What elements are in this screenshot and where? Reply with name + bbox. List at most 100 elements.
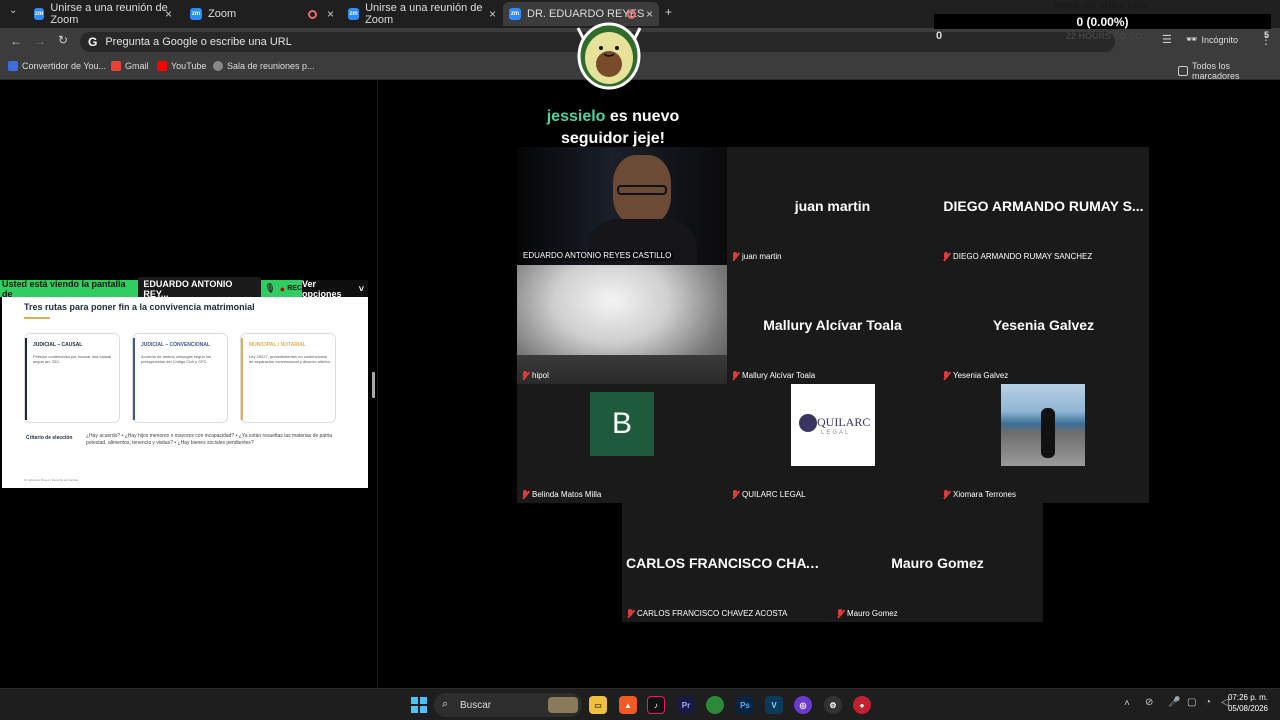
obs-icon[interactable]: ◎ — [794, 696, 812, 714]
participant-name-label: Mauro Gomez — [836, 609, 898, 618]
share-notice: Usted está viendo la pantalla de EDUARDO… — [0, 276, 302, 301]
bookmark-item[interactable]: YouTube — [157, 61, 206, 71]
participant-name-label: Yesenia Galvez — [942, 371, 1008, 380]
card-body: Ley 29227, procedimientos no contencioso… — [249, 354, 331, 365]
steam-icon[interactable]: ⚙ — [824, 696, 842, 714]
participant-name-label: Belinda Matos Milla — [521, 490, 601, 499]
zoom-icon: zm — [34, 8, 45, 20]
avocado-mascot-icon — [574, 10, 644, 90]
bookmark-item[interactable]: Sala de reuniones p... — [213, 61, 315, 71]
chevron-down-icon: ˅ — [358, 283, 364, 294]
mic-muted-icon — [942, 371, 951, 380]
avatar-logo-subtext: LEGAL — [821, 430, 851, 436]
participant-tile[interactable]: QUILARC LEGAL QUILARC LEGAL — [727, 384, 938, 503]
participant-name-label: CARLOS FRANCISCO CHAVEZ ACOSTA — [626, 609, 787, 618]
close-icon[interactable]: × — [327, 7, 334, 21]
participant-tile[interactable]: hipol — [517, 265, 727, 384]
close-icon[interactable]: × — [646, 7, 653, 21]
subs-goal-min: 0 — [936, 30, 943, 42]
v-app-icon[interactable]: V — [765, 696, 783, 714]
participant-name: DIEGO ARMANDO RUMAY SANCHEZ — [953, 252, 1093, 261]
person-glasses — [617, 185, 667, 195]
panel-divider[interactable] — [377, 80, 378, 688]
gmail-icon — [111, 61, 121, 71]
mic-icon[interactable]: 🎤 — [1168, 697, 1180, 708]
mic-muted-icon — [942, 252, 951, 261]
criterion-text: ¿Hay acuerdo? • ¿Hay hijos menores o may… — [86, 433, 333, 446]
share-viewing-text: Usted está viendo la pantalla de — [2, 278, 126, 299]
bookmark-item[interactable]: Convertidor de You... — [8, 61, 106, 71]
tab-zoom-join-2[interactable]: zm Unirse a una reunión de Zoom × — [342, 2, 502, 26]
participant-tile[interactable]: CARLOS FRANCISCO CHAVE... CARLOS FRANCIS… — [622, 503, 832, 622]
tiktok-icon[interactable]: ♪ — [647, 696, 665, 714]
reload-icon[interactable]: ↻ — [58, 33, 68, 47]
panel-resize-handle[interactable] — [372, 372, 375, 398]
new-tab-icon[interactable]: + — [665, 5, 672, 19]
network-off-icon[interactable]: ⊘ — [1145, 697, 1153, 708]
recording-icon — [308, 9, 317, 19]
route-card-notarial: MUNICIPAL / NOTARIAL Ley 29227, procedim… — [240, 333, 336, 423]
screen-share-bar: Usted está viendo la pantalla de EDUARDO… — [0, 276, 368, 301]
mic-muted-icon — [731, 490, 740, 499]
bookmark-label: Gmail — [125, 61, 149, 71]
close-icon[interactable]: × — [165, 7, 172, 21]
all-bookmarks-label: Todos los marcadores — [1192, 61, 1240, 81]
chrome-icon[interactable] — [706, 696, 724, 714]
participant-tile[interactable]: DIEGO ARMANDO RUMAY S... DIEGO ARMANDO R… — [938, 147, 1149, 265]
zoom-icon: zm — [190, 8, 202, 20]
slide-footer: Dr. Eduardo Reyes | Derecho de Familia — [24, 478, 78, 482]
taskbar-clock[interactable]: 07:26 p. m. 05/08/2026 — [1228, 692, 1268, 714]
participant-name: juan martin — [742, 252, 782, 261]
chevron-up-icon[interactable]: ˄ — [1124, 698, 1130, 709]
taskbar-search[interactable]: ⌕ Buscar — [434, 693, 582, 717]
close-icon[interactable]: × — [489, 7, 496, 21]
slide-title: Tres rutas para poner fin a la convivenc… — [24, 302, 255, 312]
tab-zoom-join-1[interactable]: zm Unirse a una reunión de Zoom × — [28, 2, 178, 26]
file-explorer-icon[interactable]: ▭ — [589, 696, 607, 714]
back-icon[interactable]: ← — [10, 34, 22, 48]
quilarc-logo-icon — [799, 414, 817, 432]
participant-tile[interactable]: Mauro Gomez Mauro Gomez — [832, 503, 1043, 622]
mic-muted-icon — [731, 252, 740, 261]
participant-name-label: hipol — [521, 371, 549, 380]
zoom-meeting-area: Usted está viendo la pantalla de EDUARDO… — [0, 80, 1280, 688]
participant-tile[interactable]: Xiomara Terrones — [938, 384, 1149, 503]
bookmark-label: YouTube — [171, 61, 207, 71]
mic-muted-icon — [731, 371, 740, 380]
bookmark-label: Sala de reuniones p... — [227, 61, 315, 71]
photoshop-icon[interactable]: Ps — [736, 696, 754, 714]
tab-list-icon[interactable]: ⌄ — [9, 5, 17, 16]
brave-icon[interactable]: ▲ — [619, 696, 637, 714]
windows-taskbar: ⌕ Buscar ▭ ▲ ♪ Pr Ps V ◎ ⚙ ● ˄ ⊘ 🎤 ▢ ◔ ◁… — [0, 688, 1280, 720]
participant-tile[interactable]: EDUARDO ANTONIO REYES CASTILLO — [517, 147, 727, 265]
participant-gallery: EDUARDO ANTONIO REYES CASTILLO juan mart… — [517, 147, 1149, 622]
search-icon: ⌕ — [442, 698, 449, 710]
person-silhouette — [1041, 408, 1055, 458]
follower-alert: jessielo es nuevo seguidor jeje! — [533, 106, 693, 149]
participant-display-name: DIEGO ARMANDO RUMAY S... — [943, 198, 1144, 214]
tab-zoom[interactable]: zm Zoom × — [184, 2, 340, 26]
forward-icon[interactable]: → — [34, 34, 46, 48]
participant-tile[interactable]: B Belinda Matos Milla — [517, 384, 727, 503]
start-icon[interactable] — [410, 696, 428, 714]
view-options-button[interactable]: Ver opciones ˅ — [302, 279, 368, 299]
mic-muted-icon — [521, 371, 530, 380]
bookmark-item[interactable]: Gmail — [111, 61, 149, 71]
all-bookmarks[interactable]: Todos los marcadores — [1178, 61, 1280, 81]
participant-tile[interactable]: Mallury Alcívar Toala Mallury Alcívar To… — [727, 265, 938, 384]
participant-tile[interactable]: juan martin juan martin — [727, 147, 938, 265]
participant-tile[interactable]: Yesenia Galvez Yesenia Galvez — [938, 265, 1149, 384]
subs-goal-title: meta de subs kick — [1054, 0, 1149, 12]
card-body: Acuerdo de ambos cónyuges según los pres… — [141, 354, 212, 365]
wifi-icon[interactable]: ◔ — [1205, 697, 1211, 708]
participant-name: CARLOS FRANCISCO CHAVEZ ACOSTA — [637, 609, 788, 618]
avatar-photo — [1001, 384, 1085, 466]
participant-name-label: DIEGO ARMANDO RUMAY SANCHEZ — [942, 252, 1092, 261]
participant-display-name: Mauro Gomez — [891, 554, 984, 571]
folder-icon — [1178, 66, 1188, 76]
display-icon[interactable]: ▢ — [1187, 697, 1196, 708]
participant-name-label: Xiomara Terrones — [942, 490, 1016, 499]
card-body: Petición contenciosa por invocar una cau… — [33, 354, 112, 365]
streamlabs-icon[interactable]: ● — [853, 696, 871, 714]
premiere-icon[interactable]: Pr — [677, 696, 695, 714]
